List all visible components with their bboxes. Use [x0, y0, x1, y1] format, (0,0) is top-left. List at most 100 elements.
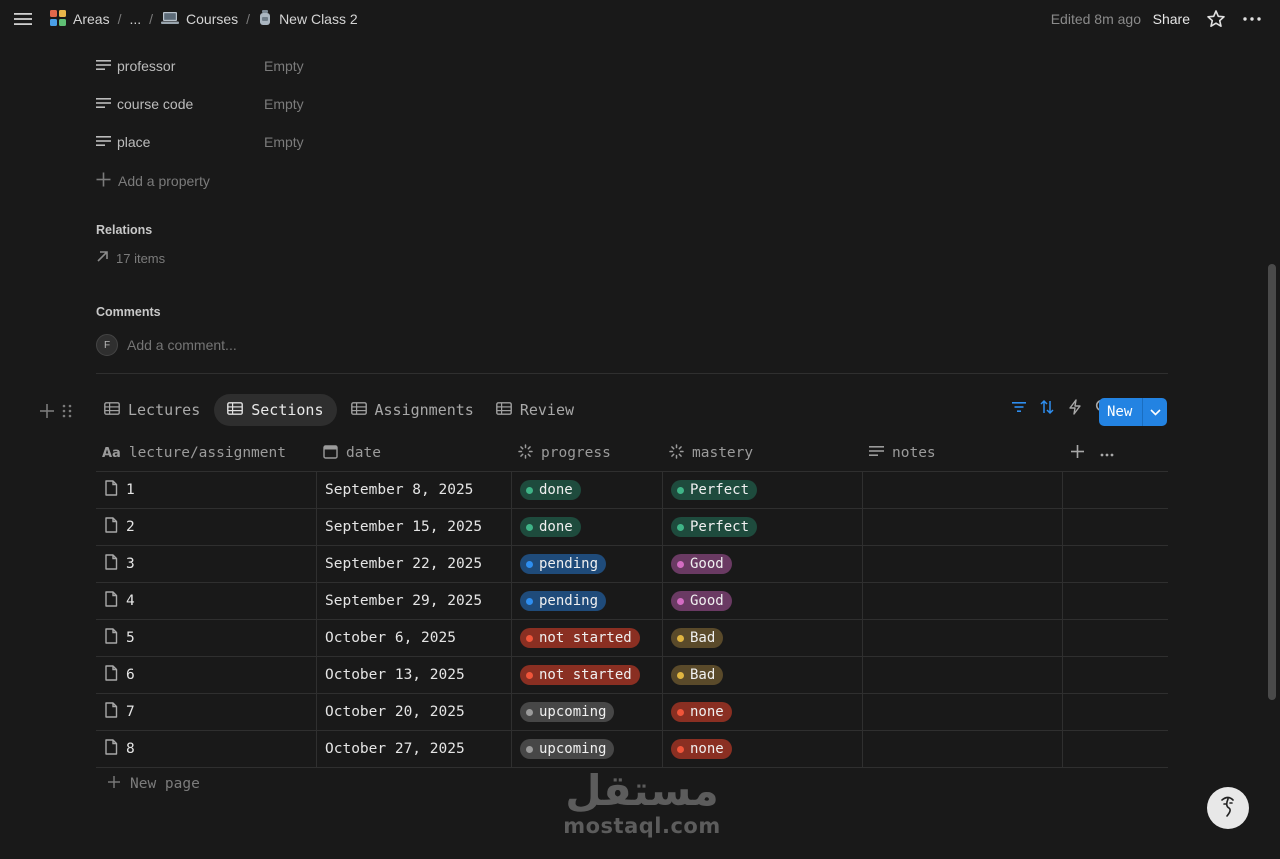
- date-value: September 29, 2025: [325, 593, 483, 609]
- breadcrumb-current-page[interactable]: New Class 2: [258, 9, 358, 29]
- cell-progress[interactable]: upcoming: [512, 694, 663, 730]
- cell-name[interactable]: 4: [96, 583, 317, 619]
- edited-timestamp: Edited 8m ago: [1050, 11, 1141, 27]
- menu-icon[interactable]: [14, 10, 32, 28]
- property-value[interactable]: Empty: [264, 134, 304, 150]
- table-row[interactable]: 4 September 29, 2025 pending Good: [96, 583, 1168, 620]
- cell-name[interactable]: 1: [96, 472, 317, 508]
- comment-input[interactable]: [127, 337, 427, 353]
- title-icon: Aa: [102, 445, 121, 461]
- cell-progress[interactable]: not started: [512, 657, 663, 693]
- cell-date[interactable]: September 8, 2025: [317, 472, 512, 508]
- cell-notes[interactable]: [863, 509, 1063, 545]
- cell-date[interactable]: September 15, 2025: [317, 509, 512, 545]
- cell-progress[interactable]: pending: [512, 546, 663, 582]
- cell-notes[interactable]: [863, 731, 1063, 767]
- automation-bolt-icon[interactable]: [1066, 398, 1084, 416]
- cell-name[interactable]: 3: [96, 546, 317, 582]
- property-name[interactable]: place: [96, 134, 264, 150]
- cell-notes[interactable]: [863, 546, 1063, 582]
- cell-mastery[interactable]: Good: [663, 583, 863, 619]
- help-assistant-button[interactable]: [1207, 787, 1249, 829]
- progress-badge: not started: [520, 628, 640, 648]
- table-row[interactable]: 7 October 20, 2025 upcoming none: [96, 694, 1168, 731]
- cell-mastery[interactable]: Good: [663, 546, 863, 582]
- cell-date[interactable]: September 22, 2025: [317, 546, 512, 582]
- cell-date[interactable]: October 6, 2025: [317, 620, 512, 656]
- add-column-icon[interactable]: [1071, 444, 1084, 462]
- cell-empty: [1063, 620, 1168, 656]
- column-header-mastery[interactable]: mastery: [663, 435, 863, 471]
- cell-mastery[interactable]: none: [663, 694, 863, 730]
- cell-date[interactable]: September 29, 2025: [317, 583, 512, 619]
- column-header-lecture[interactable]: Aa lecture/assignment: [96, 435, 317, 471]
- property-name[interactable]: course code: [96, 96, 264, 112]
- cell-progress[interactable]: done: [512, 509, 663, 545]
- cell-mastery[interactable]: Perfect: [663, 472, 863, 508]
- table-row[interactable]: 5 October 6, 2025 not started Bad: [96, 620, 1168, 657]
- new-page-button[interactable]: New page: [108, 776, 200, 792]
- cell-date[interactable]: October 27, 2025: [317, 731, 512, 767]
- star-icon[interactable]: [1206, 9, 1226, 32]
- cell-mastery[interactable]: none: [663, 731, 863, 767]
- breadcrumb-areas[interactable]: Areas: [50, 9, 110, 29]
- tab-review[interactable]: Review: [488, 394, 582, 426]
- cell-notes[interactable]: [863, 472, 1063, 508]
- cell-progress[interactable]: not started: [512, 620, 663, 656]
- status-dot: [526, 486, 533, 494]
- column-header-progress[interactable]: progress: [512, 435, 663, 471]
- progress-badge: upcoming: [520, 739, 615, 759]
- table-row[interactable]: 2 September 15, 2025 done Perfect: [96, 509, 1168, 546]
- cell-empty: [1063, 509, 1168, 545]
- cell-notes[interactable]: [863, 583, 1063, 619]
- tab-lectures[interactable]: Lectures: [96, 394, 208, 426]
- status-dot: [677, 560, 684, 568]
- column-more-icon[interactable]: [1100, 445, 1114, 461]
- cell-name[interactable]: 8: [96, 731, 317, 767]
- cell-notes[interactable]: [863, 620, 1063, 656]
- progress-value: upcoming: [539, 741, 607, 757]
- cell-name[interactable]: 5: [96, 620, 317, 656]
- cell-name[interactable]: 2: [96, 509, 317, 545]
- relations-items-link[interactable]: 17 items: [96, 250, 165, 266]
- mastery-badge: none: [671, 739, 732, 759]
- cell-mastery[interactable]: Bad: [663, 620, 863, 656]
- share-button[interactable]: Share: [1153, 11, 1190, 27]
- tab-assignments[interactable]: Assignments: [343, 394, 482, 426]
- cell-mastery[interactable]: Bad: [663, 657, 863, 693]
- table-row[interactable]: 8 October 27, 2025 upcoming none: [96, 731, 1168, 768]
- progress-badge: pending: [520, 591, 607, 611]
- filter-icon[interactable]: [1010, 398, 1028, 416]
- column-header-date[interactable]: date: [317, 435, 512, 471]
- cell-notes[interactable]: [863, 657, 1063, 693]
- drag-handle-icon[interactable]: [62, 404, 72, 421]
- tab-sections[interactable]: Sections: [214, 394, 337, 426]
- sort-icon[interactable]: [1038, 398, 1056, 416]
- cell-progress[interactable]: pending: [512, 583, 663, 619]
- table-row[interactable]: 1 September 8, 2025 done Perfect: [96, 472, 1168, 509]
- chevron-down-icon[interactable]: [1142, 398, 1167, 426]
- property-value[interactable]: Empty: [264, 58, 304, 74]
- cell-notes[interactable]: [863, 694, 1063, 730]
- cell-progress[interactable]: done: [512, 472, 663, 508]
- table-row[interactable]: 3 September 22, 2025 pending Good: [96, 546, 1168, 583]
- cell-progress[interactable]: upcoming: [512, 731, 663, 767]
- cell-name[interactable]: 6: [96, 657, 317, 693]
- cell-mastery[interactable]: Perfect: [663, 509, 863, 545]
- table-row[interactable]: 6 October 13, 2025 not started Bad: [96, 657, 1168, 694]
- column-header-notes[interactable]: notes: [863, 435, 1063, 471]
- new-record-button[interactable]: New: [1099, 398, 1167, 426]
- property-value[interactable]: Empty: [264, 96, 304, 112]
- more-options-icon[interactable]: [1242, 9, 1262, 32]
- add-property-button[interactable]: Add a property: [96, 172, 210, 190]
- property-name[interactable]: professor: [96, 58, 264, 74]
- cell-date[interactable]: October 13, 2025: [317, 657, 512, 693]
- calendar-icon: [323, 444, 338, 463]
- cell-name[interactable]: 7: [96, 694, 317, 730]
- add-block-icon[interactable]: [40, 404, 54, 421]
- breadcrumb-courses[interactable]: Courses: [161, 11, 238, 28]
- breadcrumb-ellipsis[interactable]: ...: [129, 11, 141, 27]
- progress-badge: done: [520, 480, 581, 500]
- cell-date[interactable]: October 20, 2025: [317, 694, 512, 730]
- scrollbar-thumb[interactable]: [1268, 264, 1276, 700]
